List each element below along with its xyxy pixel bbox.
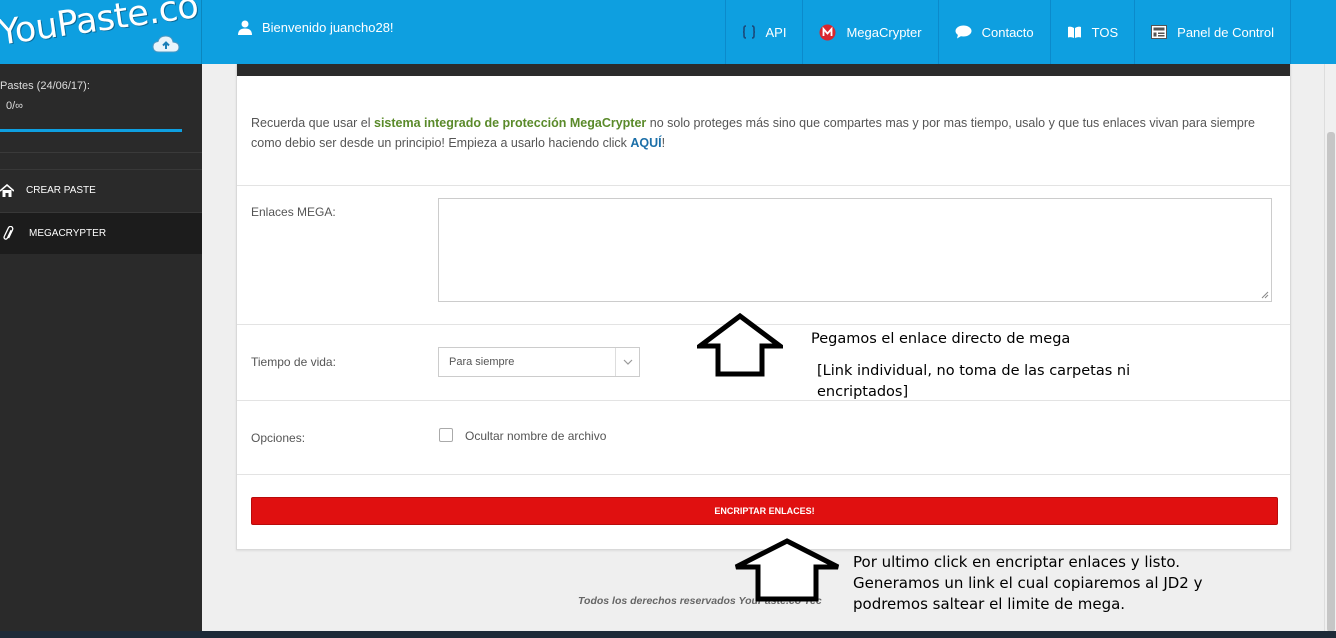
notice-prefix: Recuerda que usar el — [251, 116, 374, 130]
annotation-paste-link: Pegamos el enlace directo de mega — [811, 331, 1071, 347]
notice-suffix: ! — [661, 136, 666, 150]
nav-panel-control[interactable]: Panel de Control — [1134, 0, 1291, 64]
encrypt-panel: Recuerda que usar el sistema integrado d… — [236, 64, 1291, 550]
annotation-link-note: [Link individual, no toma de las carpeta… — [817, 361, 1130, 403]
chevron-down-icon — [615, 348, 639, 376]
nav-tos[interactable]: TOS — [1049, 0, 1135, 64]
lifetime-label: Tiempo de vida: — [251, 355, 336, 369]
notice-link[interactable]: AQUÍ — [630, 136, 661, 150]
mega-icon — [819, 24, 836, 40]
pastes-progress-fill — [0, 129, 182, 131]
top-nav: API MegaCrypter Contacto TOS Panel de Co… — [724, 0, 1291, 64]
annotation-line: Generamos un link el cual copiaremos al … — [853, 574, 1203, 592]
pastes-progress-bar — [0, 129, 182, 132]
hide-filename-checkbox[interactable] — [439, 428, 453, 442]
top-bar: YouPaste.co Bienvenido juancho28! API Me… — [0, 0, 1336, 64]
lifetime-select[interactable]: Para siempre — [438, 347, 640, 377]
resize-grip-icon[interactable] — [1261, 291, 1269, 299]
hide-filename-label[interactable]: Ocultar nombre de archivo — [465, 429, 606, 443]
options-label: Opciones: — [251, 431, 306, 445]
nav-api-label: API — [765, 24, 787, 40]
encrypt-links-button[interactable]: ENCRIPTAR ENLACES! — [251, 497, 1278, 525]
options-row: Opciones: Ocultar nombre de archivo — [237, 401, 1290, 475]
nav-contacto[interactable]: Contacto — [937, 0, 1050, 64]
os-taskbar — [0, 631, 1336, 638]
nav-api[interactable]: API — [724, 0, 803, 64]
nav-megacrypter-label: MegaCrypter — [846, 24, 922, 40]
chat-icon — [955, 25, 972, 39]
logo[interactable]: YouPaste.co — [0, 0, 202, 64]
scrollbar-thumb[interactable] — [1327, 132, 1335, 632]
annotation-line: podremos saltear el limite de mega. — [853, 595, 1126, 613]
annotation-arrow-up-icon — [697, 313, 783, 377]
annotation-line: [Link individual, no toma de las carpeta… — [817, 363, 1131, 379]
links-label: Enlaces MEGA: — [251, 205, 336, 219]
nav-contacto-label: Contacto — [981, 24, 1034, 40]
links-row: Enlaces MEGA: — [237, 175, 1290, 325]
book-icon — [1067, 26, 1081, 38]
sidebar-item-label: MEGACRYPTER — [29, 228, 107, 239]
annotation-arrow-up-icon — [734, 538, 840, 602]
nav-panel-control-label: Panel de Control — [1177, 24, 1274, 40]
sidebar-item-label: CREAR PASTE — [26, 185, 96, 196]
sidebar-divider — [0, 152, 202, 153]
dashboard-icon — [1151, 25, 1168, 39]
pastes-stat-label: Pastes (24/06/17): — [0, 80, 90, 92]
annotation-line: Por ultimo click en encriptar enlaces y … — [853, 553, 1181, 571]
megacrypter-notice: Recuerda que usar el sistema integrado d… — [237, 76, 1290, 186]
mega-links-textarea[interactable] — [438, 198, 1272, 302]
annotation-final-step: Por ultimo click en encriptar enlaces y … — [853, 552, 1202, 615]
welcome-message: Bienvenido juancho28! — [238, 20, 394, 35]
cloud-upload-icon — [152, 35, 180, 53]
paperclip-icon — [3, 225, 14, 240]
api-icon — [742, 25, 755, 39]
nav-tos-label: TOS — [1091, 24, 1119, 40]
annotation-line: encriptados] — [817, 384, 909, 400]
pastes-stat-value: 0/∞ — [6, 100, 24, 112]
sidebar-item-crear-paste[interactable]: CREAR PASTE — [0, 169, 202, 211]
welcome-text: Bienvenido juancho28! — [262, 20, 394, 35]
sidebar-item-megacrypter[interactable]: MEGACRYPTER — [0, 212, 202, 254]
lifetime-select-value: Para siempre — [449, 356, 515, 368]
panel-header — [237, 64, 1290, 76]
sidebar: Pastes (24/06/17): 0/∞ CREAR PASTE MEGAC… — [0, 64, 202, 638]
page-scrollbar[interactable] — [1324, 64, 1336, 638]
user-icon — [238, 20, 252, 35]
notice-highlight: sistema integrado de protección MegaCryp… — [374, 116, 647, 130]
nav-megacrypter[interactable]: MegaCrypter — [802, 0, 937, 64]
home-icon — [0, 183, 14, 197]
